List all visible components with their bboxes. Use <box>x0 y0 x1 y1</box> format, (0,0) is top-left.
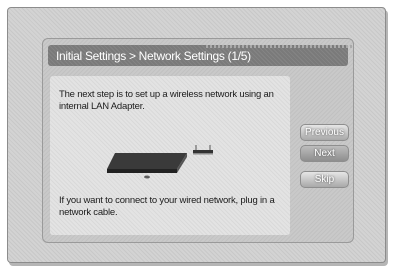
intro-line-1: The next step is to set up a wireless ne… <box>59 89 274 100</box>
intro-text: The next step is to set up a wireless ne… <box>59 89 295 113</box>
page-title: Initial Settings > Network Settings (1/5… <box>56 49 251 63</box>
footer-line-2: network cable. <box>59 207 118 218</box>
wired-network-note: If you want to connect to your wired net… <box>59 195 295 219</box>
wireless-lan-adapter-icon <box>107 145 213 179</box>
tv-screen: Initial Settings > Network Settings (1/5… <box>7 7 386 263</box>
title-bar: Initial Settings > Network Settings (1/5… <box>48 45 354 66</box>
intro-line-2: internal LAN Adapter. <box>59 101 145 112</box>
previous-button[interactable]: Previous <box>300 124 349 141</box>
next-button[interactable]: Next <box>300 145 349 162</box>
network-settings-dialog: Initial Settings > Network Settings (1/5… <box>42 38 354 243</box>
skip-button[interactable]: Skip <box>300 171 349 188</box>
content-panel: The next step is to set up a wireless ne… <box>50 76 290 235</box>
footer-line-1: If you want to connect to your wired net… <box>59 195 275 206</box>
title-bar-dots <box>206 45 354 48</box>
